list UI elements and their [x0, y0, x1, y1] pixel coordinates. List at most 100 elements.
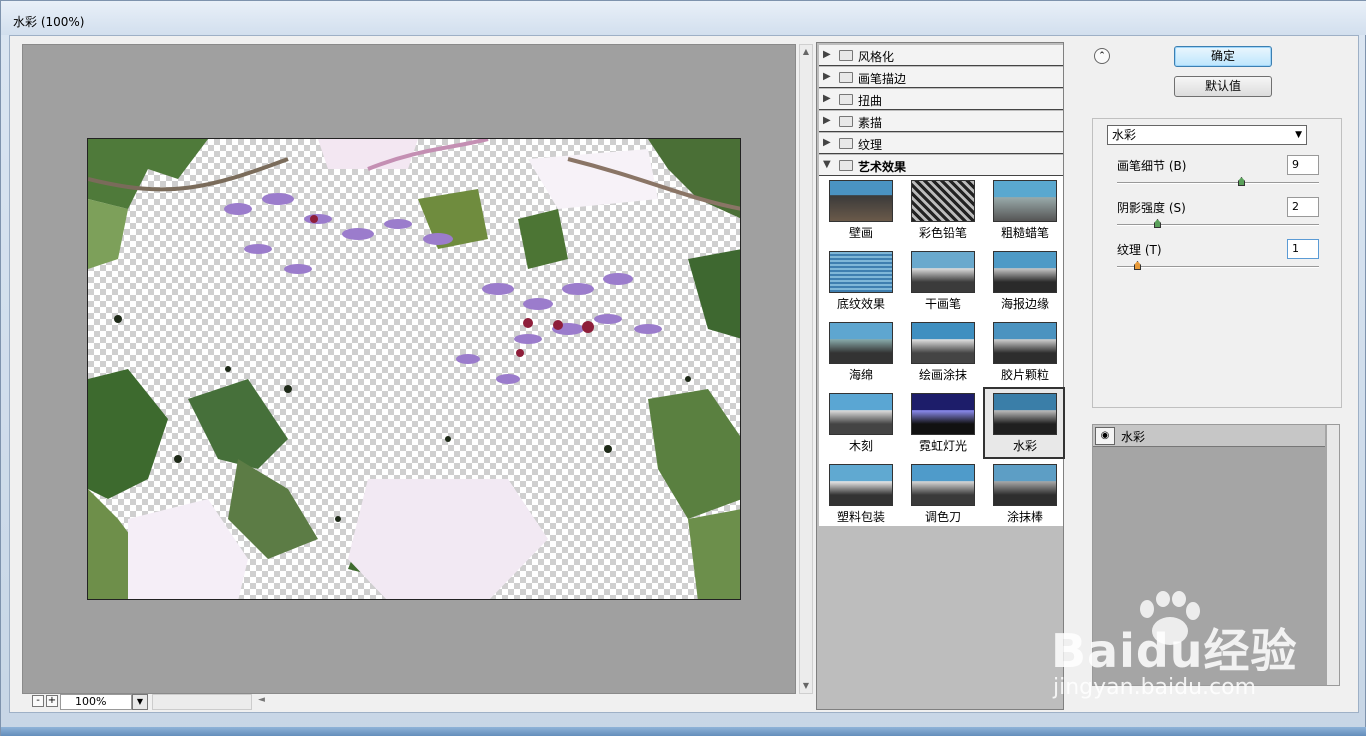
filter-thumb-cutout[interactable]: 木刻 — [821, 389, 901, 459]
folder-icon — [839, 116, 853, 127]
filter-preview-image — [993, 464, 1057, 506]
category-label: 风格化 — [858, 50, 895, 64]
filter-label: 胶片颗粒 — [1000, 368, 1049, 382]
filter-preview-image — [911, 251, 975, 293]
category-label: 扭曲 — [858, 94, 883, 108]
filter-label: 水彩 — [1012, 439, 1037, 453]
filter-preview-image — [993, 251, 1057, 293]
filter-thumb-plastic-wrap[interactable]: 塑料包装 — [821, 460, 901, 530]
filter-thumb-rough-pastels[interactable]: 粗糙蜡笔 — [985, 176, 1065, 246]
filter-label: 壁画 — [848, 226, 873, 240]
collapse-triangle-icon[interactable]: ▼ — [823, 159, 831, 170]
zoom-dropdown-chevron-icon[interactable]: ▼ — [132, 694, 148, 710]
category-texture[interactable]: ▶ 纹理 — [819, 133, 1063, 154]
filter-thumb-film-grain[interactable]: 胶片颗粒 — [985, 318, 1065, 388]
filter-label: 海报边缘 — [1000, 297, 1049, 311]
filter-label: 彩色铅笔 — [918, 226, 967, 240]
window-title: 水彩 (100%) — [13, 15, 85, 29]
category-distort[interactable]: ▶ 扭曲 — [819, 89, 1063, 110]
param-value-field[interactable]: 1 — [1287, 239, 1319, 259]
filter-preview-image — [993, 393, 1057, 435]
param-slider-handle[interactable] — [1238, 177, 1245, 186]
category-label: 画笔描边 — [858, 72, 907, 86]
filter-label: 绘画涂抹 — [918, 368, 967, 382]
param-value-field[interactable]: 9 — [1287, 155, 1319, 175]
preview-horizontal-scrollbar[interactable] — [152, 694, 252, 710]
zoom-out-button[interactable]: - — [32, 695, 44, 707]
category-stylize[interactable]: ▶ 风格化 — [819, 45, 1063, 66]
preview-vertical-scrollbar[interactable]: ▲ ▼ — [799, 44, 813, 694]
category-sketch[interactable]: ▶ 素描 — [819, 111, 1063, 132]
scroll-down-arrow-icon[interactable]: ▼ — [800, 679, 812, 693]
collapse-gallery-chevron-icon[interactable]: ⌃ — [1094, 48, 1110, 64]
expand-triangle-icon[interactable]: ▶ — [823, 71, 831, 82]
category-artistic[interactable]: ▼ 艺术效果 — [819, 155, 1063, 176]
filter-select[interactable]: 水彩 ▼ — [1107, 125, 1307, 145]
filter-label: 涂抹棒 — [1006, 510, 1043, 524]
param-shadow-intensity: 阴影强度 (S) 2 — [1117, 197, 1337, 239]
filter-preview-image — [911, 322, 975, 364]
scroll-left-arrow-icon[interactable]: ◄ — [258, 695, 265, 705]
watermark-brand: Baidu经验 — [1051, 624, 1298, 678]
preview-area[interactable] — [22, 44, 796, 694]
filter-preview-image — [993, 322, 1057, 364]
filter-thumb-neon-glow[interactable]: 霓虹灯光 — [903, 389, 983, 459]
param-texture: 纹理 (T) 1 — [1117, 239, 1337, 281]
filter-preview-image — [911, 393, 975, 435]
watercolor-preview-art — [88, 139, 740, 599]
param-label: 纹理 (T) — [1117, 243, 1162, 257]
zoom-in-button[interactable]: + — [46, 695, 58, 707]
expand-triangle-icon[interactable]: ▶ — [823, 49, 831, 60]
category-label: 纹理 — [858, 138, 883, 152]
effect-layer-row[interactable]: ◉ 水彩 — [1093, 425, 1325, 447]
filter-thumb-fresco[interactable]: 壁画 — [821, 176, 901, 246]
param-slider-handle[interactable] — [1154, 219, 1161, 228]
filter-thumb-smudge-stick[interactable]: 涂抹棒 — [985, 460, 1065, 530]
filter-label: 底纹效果 — [836, 297, 885, 311]
chevron-down-icon[interactable]: ▼ — [1295, 126, 1302, 144]
filter-preview-image — [829, 180, 893, 222]
filter-thumb-poster-edges[interactable]: 海报边缘 — [985, 247, 1065, 317]
filter-settings: 水彩 ▼ 画笔细节 (B) 9 阴影强度 (S) 2 纹理 (T) 1 — [1092, 118, 1342, 408]
folder-icon — [839, 72, 853, 83]
param-slider-track[interactable] — [1117, 266, 1319, 268]
category-label: 素描 — [858, 116, 883, 130]
filter-thumbnails: 壁画 彩色铅笔 粗糙蜡笔 底纹效果 干画笔 海报边缘 海绵 绘画涂抹 胶片颗粒 … — [819, 176, 1065, 526]
expand-triangle-icon[interactable]: ▶ — [823, 137, 831, 148]
category-brush-strokes[interactable]: ▶ 画笔描边 — [819, 67, 1063, 88]
filter-label: 调色刀 — [924, 510, 961, 524]
filter-label: 霓虹灯光 — [918, 439, 967, 453]
filter-preview-image — [829, 322, 893, 364]
effect-layer-name: 水彩 — [1121, 430, 1146, 444]
param-slider-track[interactable] — [1117, 224, 1319, 226]
category-label: 艺术效果 — [858, 160, 907, 174]
filter-thumb-palette-knife[interactable]: 调色刀 — [903, 460, 983, 530]
filter-label: 干画笔 — [924, 297, 961, 311]
scroll-up-arrow-icon[interactable]: ▲ — [800, 45, 812, 59]
folder-icon — [839, 138, 853, 149]
param-label: 画笔细节 (B) — [1117, 159, 1187, 173]
filter-preview-image — [993, 180, 1057, 222]
filter-thumb-dry-brush[interactable]: 干画笔 — [903, 247, 983, 317]
zoom-level-field[interactable]: 100% — [60, 694, 132, 710]
filter-thumb-watercolor[interactable]: 水彩 — [983, 387, 1065, 459]
filter-thumb-sponge[interactable]: 海绵 — [821, 318, 901, 388]
default-button[interactable]: 默认值 — [1174, 76, 1272, 97]
param-slider-track[interactable] — [1117, 182, 1319, 184]
filter-preview-image — [911, 464, 975, 506]
ok-button[interactable]: 确定 — [1174, 46, 1272, 67]
expand-triangle-icon[interactable]: ▶ — [823, 115, 831, 126]
preview-image[interactable] — [87, 138, 741, 600]
param-value-field[interactable]: 2 — [1287, 197, 1319, 217]
param-label: 阴影强度 (S) — [1117, 201, 1186, 215]
eye-visibility-icon[interactable]: ◉ — [1095, 427, 1115, 445]
filter-thumb-paint-daubs[interactable]: 绘画涂抹 — [903, 318, 983, 388]
filter-thumb-colored-pencil[interactable]: 彩色铅笔 — [903, 176, 983, 246]
zoom-bar: - + 100% ▼ ◄ — [22, 692, 796, 710]
filter-preview-image — [829, 393, 893, 435]
filter-gallery-panel: ▶ 风格化 ▶ 画笔描边 ▶ 扭曲 ▶ 素描 ▶ 纹理 ▼ 艺术效果 壁画 彩色… — [816, 42, 1065, 710]
param-slider-handle[interactable] — [1134, 261, 1141, 270]
expand-triangle-icon[interactable]: ▶ — [823, 93, 831, 104]
taskbar — [1, 727, 1366, 736]
filter-thumb-underpainting[interactable]: 底纹效果 — [821, 247, 901, 317]
